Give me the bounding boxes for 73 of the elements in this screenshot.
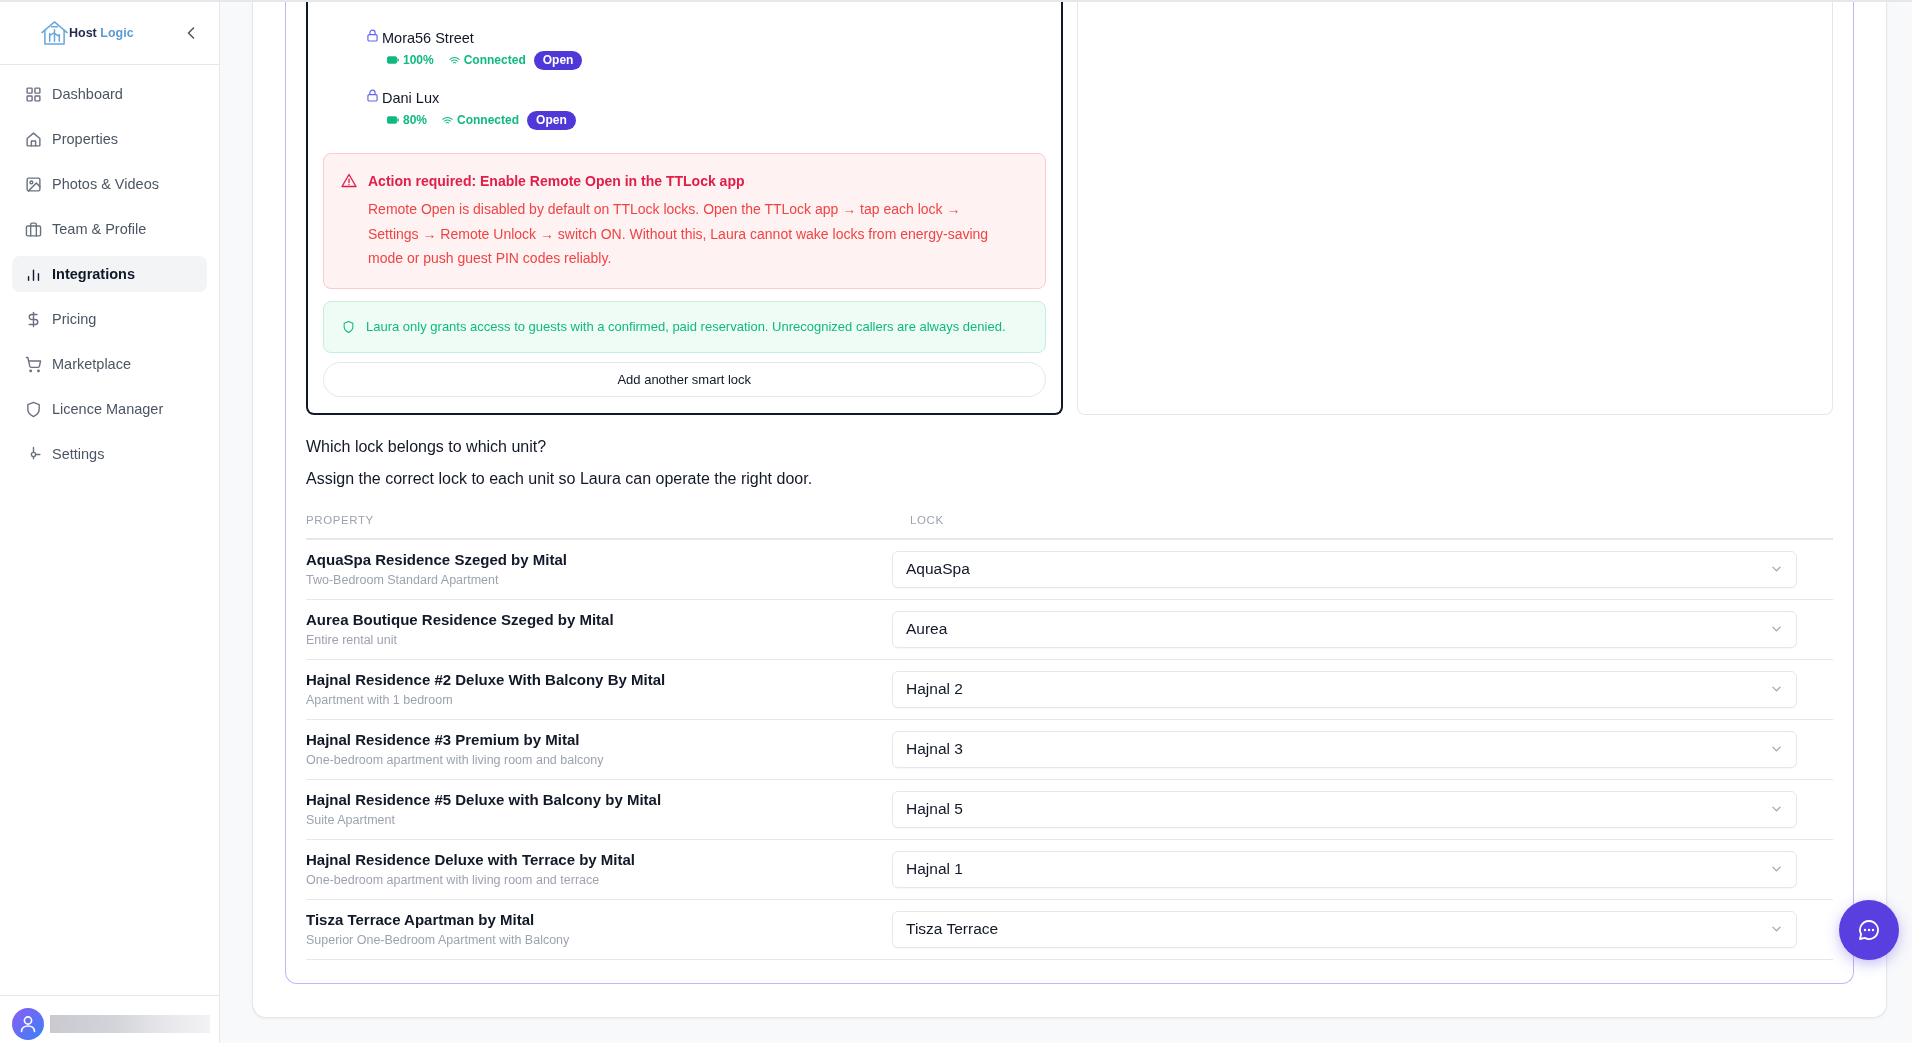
add-smart-lock-button[interactable]: Add another smart lock (323, 361, 1046, 397)
lock-select[interactable]: AquaSpa (892, 550, 1797, 588)
sidebar-item[interactable]: Photos & Videos (12, 166, 207, 202)
open-lock-button[interactable]: Open (533, 50, 583, 70)
alert-title: Action required: Enable Remote Open in the TTLock app (368, 172, 746, 191)
chevron-left-icon (187, 27, 195, 39)
lock-select[interactable]: Aurea (892, 610, 1797, 648)
cart-icon (25, 355, 42, 373)
warning-icon (341, 173, 357, 188)
wifi-icon (442, 115, 454, 125)
padlock-icon (367, 29, 378, 42)
battery-level-text: 100% (403, 53, 434, 67)
column-header: LOCK (910, 512, 944, 528)
notice-text: Laura only grants access to guests with a confirmed, paid reservation. Unrecognized callers are always denied. (366, 319, 1006, 334)
lock-select[interactable]: Hajnal 3 (892, 730, 1797, 768)
sidebar-item[interactable]: Pricing (12, 301, 207, 337)
column-header: PROPERTY (306, 512, 374, 528)
sidebar-item[interactable]: Integrations (12, 256, 207, 292)
lock-select[interactable]: Hajnal 5 (892, 790, 1797, 828)
collapse-sidebar-button[interactable] (187, 27, 195, 39)
connection-status: Connected (463, 53, 526, 67)
chevron-down-icon (1772, 866, 1781, 872)
lock-select[interactable]: Hajnal 1 (892, 850, 1797, 888)
battery-icon (387, 56, 399, 64)
grid-icon (25, 85, 42, 103)
property-type: Superior One-Bedroom Apartment with Balcony (306, 932, 571, 948)
section-question: Which lock belongs to which unit? (306, 436, 548, 457)
sidebar-item[interactable]: Licence Manager (12, 391, 207, 427)
property-type: Two-Bedroom Standard Apartment (306, 572, 500, 588)
property-name: Hajnal Residence Deluxe with Terrace by Mital (306, 850, 636, 870)
sidebar-item[interactable]: Properties (12, 121, 207, 157)
lock-select[interactable]: Tisza Terrace (892, 910, 1797, 948)
property-name: Aurea Boutique Residence Szeged by Mital (306, 610, 615, 630)
chevron-down-icon (1772, 926, 1781, 932)
property-type: One-bedroom apartment with living room and terrace (306, 872, 601, 888)
alert-message: Remote Open is disabled by default on TTLock locks. Open the TTLock app → tap each lock → Settings → Remote Unlock → switch ON. Without this, Laura cannot wake locks from energy-saving mode or push guest PIN codes reliably. (368, 200, 990, 268)
connection-status: Connected (457, 113, 520, 127)
briefcase-icon (25, 220, 42, 238)
sidebar-item[interactable]: Marketplace (12, 346, 207, 382)
property-type: Entire rental unit (306, 632, 399, 648)
lock-select[interactable]: Hajnal 2 (892, 670, 1797, 708)
section-instructions: Assign the correct lock to each unit so Laura can operate the right door. (306, 468, 814, 489)
chevron-down-icon (1772, 626, 1781, 632)
lock-name: Dani Lux (382, 90, 440, 106)
property-type: Apartment with 1 bedroom (306, 692, 454, 708)
wifi-icon (448, 55, 460, 65)
property-name: Hajnal Residence #3 Premium by Mital (306, 730, 581, 750)
avatar-icon[interactable] (12, 1008, 44, 1040)
battery-level-text: 80% (403, 113, 428, 127)
chevron-down-icon (1772, 686, 1781, 692)
shield-icon (25, 400, 42, 418)
chat-icon (1857, 918, 1881, 942)
property-type: Suite Apartment (306, 812, 396, 828)
battery-icon (387, 116, 399, 124)
property-type: One-bedroom apartment with living room and balcony (306, 752, 605, 768)
house-icon (25, 130, 42, 148)
house-logo-icon (41, 20, 68, 46)
sidebar-item[interactable]: Dashboard (12, 76, 207, 112)
open-lock-button[interactable]: Open (527, 110, 576, 130)
sidebar-item[interactable]: Team & Profile (12, 211, 207, 247)
lock-name: Mora56 Street (382, 30, 474, 46)
property-name: Hajnal Residence #2 Deluxe With Balcony By Mital (306, 670, 667, 690)
sidebar-item[interactable]: Settings (12, 436, 207, 472)
padlock-icon (367, 89, 378, 102)
property-name: Tisza Terrace Apartman by Mital (306, 910, 536, 930)
chevron-down-icon (1772, 746, 1781, 752)
logo-text: Host Logic (69, 26, 134, 40)
image-icon (25, 175, 42, 193)
chevron-down-icon (1772, 566, 1781, 572)
property-name: AquaSpa Residence Szeged by Mital (306, 550, 568, 570)
shield-icon (342, 319, 355, 334)
chevron-down-icon (1772, 806, 1781, 812)
property-name: Hajnal Residence #5 Deluxe with Balcony by Mital (306, 790, 663, 810)
